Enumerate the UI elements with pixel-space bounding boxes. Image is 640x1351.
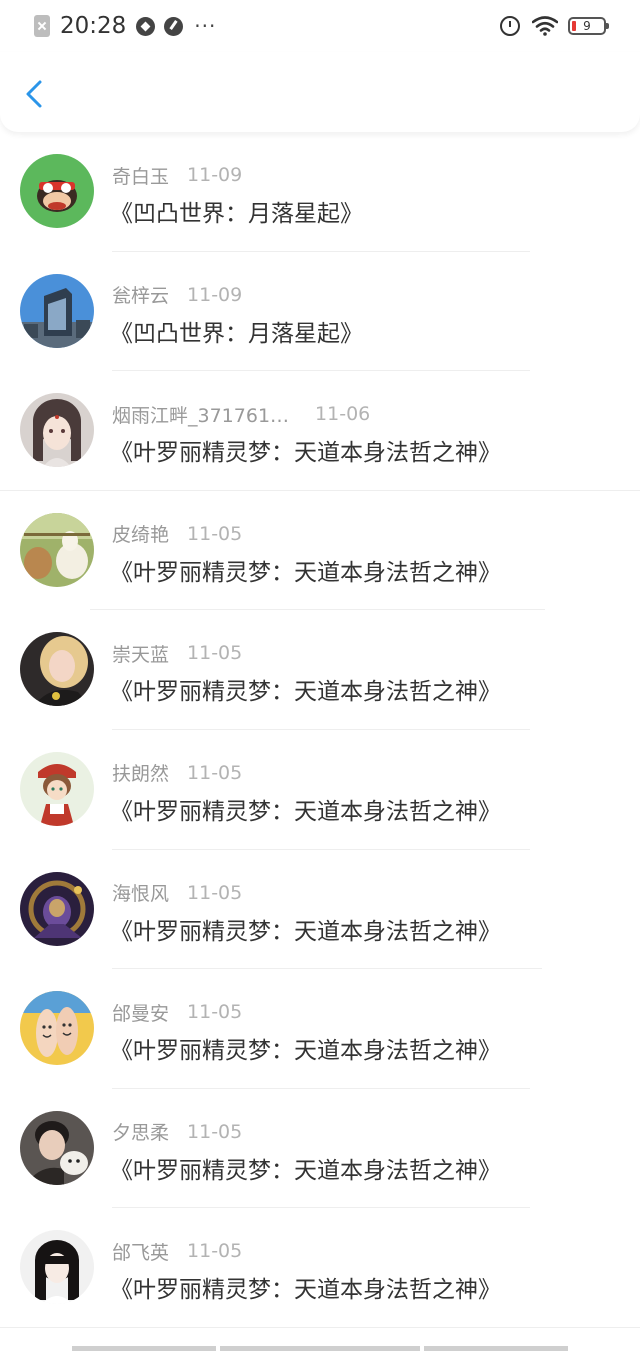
book-title[interactable]: 《叶罗丽精灵梦：天道本身法哲之神》 — [110, 672, 501, 706]
user-name: 皮绮艳 — [112, 524, 170, 547]
boy-with-dog-avatar[interactable] — [20, 1110, 94, 1185]
blonde-girl-avatar[interactable] — [20, 632, 94, 707]
list-item[interactable]: 海恨风 11-05 《叶罗丽精灵梦：天道本身法哲之神》 — [0, 850, 640, 970]
user-name: 崇天蓝 — [112, 643, 170, 666]
book-title[interactable]: 《叶罗丽精灵梦：天道本身法哲之神》 — [110, 1270, 501, 1304]
item-meta: 邰飞英 11-05 — [112, 1238, 242, 1264]
item-meta: 奇白玉 11-09 — [112, 162, 242, 188]
book-title[interactable]: 《叶罗丽精灵梦：天道本身法哲之神》 — [110, 1151, 501, 1185]
item-date: 11-05 — [187, 1001, 243, 1024]
more-dots-icon: ··· — [194, 14, 217, 38]
user-name: 海恨风 — [112, 883, 170, 906]
battery-icon: 9 — [568, 17, 609, 35]
book-title[interactable]: 《叶罗丽精灵梦：天道本身法哲之神》 — [110, 1031, 501, 1065]
book-title[interactable]: 《叶罗丽精灵梦：天道本身法哲之神》 — [110, 792, 501, 826]
book-title[interactable]: 《凹凸世界：月落星起》 — [110, 194, 363, 228]
status-bar: 20:28 ··· 9 — [0, 0, 640, 52]
status-time: 20:28 — [60, 13, 127, 39]
game-hero-avatar[interactable] — [20, 871, 94, 946]
item-meta: 扶朗然 11-05 — [112, 760, 242, 786]
status-bar-right: 9 — [500, 12, 609, 40]
list-item[interactable]: 瓮梓云 11-09 《凹凸世界：月落星起》 — [0, 252, 640, 372]
item-meta: 夕思柔 11-05 — [112, 1119, 242, 1145]
alarm-icon — [500, 16, 520, 36]
dark-hair-girl-avatar[interactable] — [20, 1230, 94, 1305]
divider — [0, 1326, 640, 1328]
item-date: 11-05 — [187, 761, 243, 784]
item-meta: 海恨风 11-05 — [112, 880, 242, 906]
book-title[interactable]: 《凹凸世界：月落星起》 — [110, 314, 363, 348]
item-meta: 邰曼安 11-05 — [112, 999, 242, 1025]
next-item-peek — [0, 1339, 640, 1351]
user-name: 扶朗然 — [112, 763, 170, 786]
finger-faces-avatar[interactable] — [20, 991, 94, 1066]
list-item[interactable]: 崇天蓝 11-05 《叶罗丽精灵梦：天道本身法哲之神》 — [0, 610, 640, 730]
book-title[interactable]: 《叶罗丽精灵梦：天道本身法哲之神》 — [110, 912, 501, 946]
item-date: 11-05 — [187, 1240, 243, 1263]
user-list: 奇白玉 11-09 《凹凸世界：月落星起》 瓮梓云 11-09 《凹凸世界：月落… — [0, 132, 640, 1328]
cartoon-monkey-avatar[interactable] — [20, 154, 94, 228]
cartoon-character-avatar[interactable] — [20, 751, 94, 826]
item-date: 11-09 — [187, 164, 243, 186]
item-meta: 皮绮艳 11-05 — [112, 521, 242, 547]
chevron-left-icon — [26, 80, 42, 108]
book-title[interactable]: 《叶罗丽精灵梦：天道本身法哲之神》 — [110, 553, 501, 587]
wifi-icon — [532, 16, 558, 36]
alpaca-avatar[interactable] — [20, 512, 94, 587]
list-item[interactable]: 邰曼安 11-05 《叶罗丽精灵梦：天道本身法哲之神》 — [0, 969, 640, 1089]
item-meta: 瓮梓云 11-09 — [112, 282, 242, 308]
book-title[interactable]: 《叶罗丽精灵梦：天道本身法哲之神》 — [110, 433, 501, 467]
nav-bar — [0, 52, 640, 132]
anime-girl-avatar[interactable] — [20, 393, 94, 468]
user-name: 夕思柔 — [112, 1122, 170, 1145]
status-bar-left: 20:28 ··· — [34, 10, 216, 42]
user-name: 烟雨江畔_371761… — [112, 404, 290, 427]
item-date: 11-06 — [315, 403, 371, 426]
list-item[interactable]: 扶朗然 11-05 《叶罗丽精灵梦：天道本身法哲之神》 — [0, 730, 640, 850]
city-building-avatar[interactable] — [20, 273, 94, 348]
app-notification-icon — [34, 15, 50, 37]
item-date: 11-05 — [187, 642, 243, 665]
item-date: 11-05 — [187, 522, 243, 545]
user-name: 瓮梓云 — [112, 285, 170, 308]
user-name: 奇白玉 — [112, 165, 170, 188]
list-item[interactable]: 烟雨江畔_371761… 11-06 《叶罗丽精灵梦：天道本身法哲之神》 — [0, 371, 640, 491]
item-meta: 崇天蓝 11-05 — [112, 640, 242, 666]
battery-level: 9 — [583, 19, 591, 33]
user-name: 邰曼安 — [112, 1002, 170, 1025]
item-date: 11-05 — [187, 881, 243, 904]
compass-app-icon — [164, 16, 184, 36]
list-item[interactable]: 夕思柔 11-05 《叶罗丽精灵梦：天道本身法哲之神》 — [0, 1089, 640, 1209]
diamond-app-icon — [136, 16, 156, 36]
user-name: 邰飞英 — [112, 1241, 170, 1264]
item-date: 11-05 — [187, 1120, 243, 1143]
back-button[interactable] — [18, 74, 54, 114]
list-item[interactable]: 邰飞英 11-05 《叶罗丽精灵梦：天道本身法哲之神》 — [0, 1208, 640, 1328]
list-item[interactable]: 奇白玉 11-09 《凹凸世界：月落星起》 — [0, 132, 640, 252]
item-meta: 烟雨江畔_371761… 11-06 — [112, 401, 370, 427]
item-date: 11-09 — [187, 283, 243, 306]
list-item[interactable]: 皮绮艳 11-05 《叶罗丽精灵梦：天道本身法哲之神》 — [0, 491, 640, 611]
